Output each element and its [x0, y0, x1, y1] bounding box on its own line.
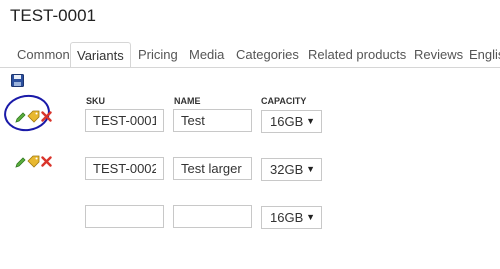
page-title: TEST-0001 [10, 6, 96, 25]
column-header-name: NAME [174, 96, 201, 106]
chevron-down-icon: ▼ [306, 164, 315, 174]
capacity-select[interactable]: 16GB ▼ [261, 206, 322, 229]
delete-icon[interactable] [41, 111, 52, 122]
capacity-value: 16GB [270, 210, 304, 225]
tab-bar: Common Variants Pricing Media Categories… [0, 42, 500, 68]
tab-pricing[interactable]: Pricing [132, 45, 184, 66]
sku-input[interactable] [85, 205, 164, 228]
delete-icon[interactable] [41, 156, 52, 167]
name-input[interactable] [173, 109, 252, 132]
variant-actions [15, 110, 55, 124]
name-input[interactable] [173, 157, 252, 180]
tab-variants[interactable]: Variants [70, 42, 131, 67]
chevron-down-icon: ▼ [306, 212, 315, 222]
sku-input[interactable] [85, 109, 164, 132]
capacity-select[interactable]: 32GB ▼ [261, 158, 322, 181]
sku-input[interactable] [85, 157, 164, 180]
save-icon[interactable] [11, 74, 24, 87]
tab-media[interactable]: Media [183, 45, 230, 66]
tab-related-products[interactable]: Related products [302, 45, 412, 66]
column-header-sku: SKU [86, 96, 106, 106]
capacity-select[interactable]: 16GB ▼ [261, 110, 322, 133]
variant-actions [15, 155, 55, 169]
tab-categories[interactable]: Categories [230, 45, 305, 66]
edit-icon[interactable] [15, 111, 27, 123]
capacity-value: 32GB [270, 162, 304, 177]
column-header-capacity: CAPACITY [261, 96, 307, 106]
edit-icon[interactable] [15, 156, 27, 168]
tag-icon[interactable] [27, 155, 40, 168]
tab-reviews[interactable]: Reviews [408, 45, 469, 66]
tab-common[interactable]: Common [11, 45, 76, 66]
tag-icon[interactable] [27, 110, 40, 123]
chevron-down-icon: ▼ [306, 116, 315, 126]
tab-english[interactable]: Englis [463, 45, 500, 66]
capacity-value: 16GB [270, 114, 304, 129]
name-input[interactable] [173, 205, 252, 228]
